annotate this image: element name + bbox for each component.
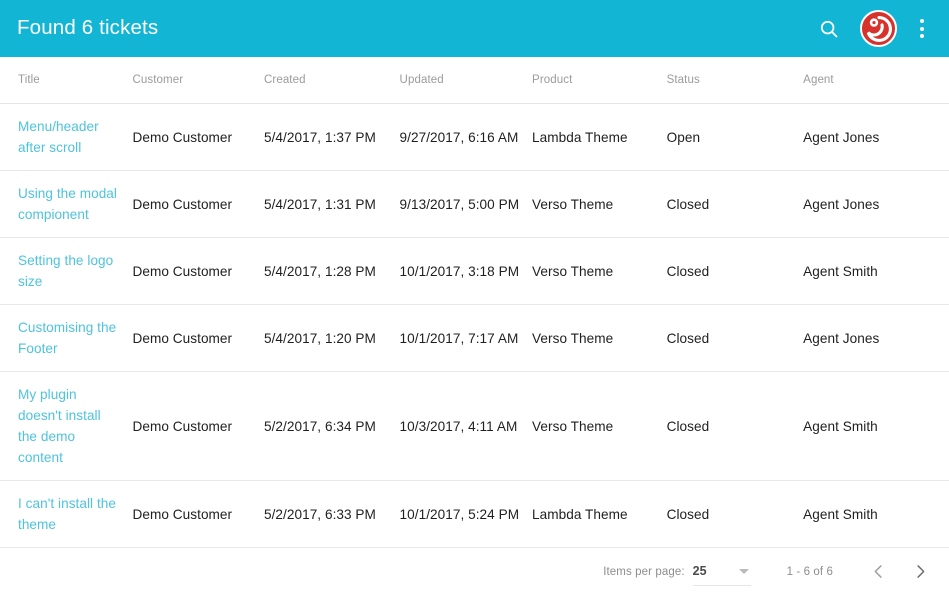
table-header: Title Customer Created Updated Product S…	[0, 57, 949, 104]
app-toolbar: Found 6 tickets	[0, 0, 949, 57]
cell-agent: Agent Jones	[803, 103, 949, 171]
table-row[interactable]: Using the modal compionent Demo Customer…	[0, 170, 949, 238]
cell-customer: Demo Customer	[132, 237, 264, 305]
cell-title: Customising the Footer	[0, 304, 133, 372]
kebab-menu-icon	[920, 19, 924, 23]
cell-customer: Demo Customer	[132, 304, 264, 372]
ticket-title-link[interactable]: I can't install the theme	[18, 496, 116, 532]
cell-created: 5/4/2017, 1:28 PM	[263, 237, 400, 305]
toolbar-actions	[812, 10, 933, 47]
cell-title: I can't install the theme	[0, 480, 133, 548]
column-header-updated[interactable]: Updated	[399, 57, 533, 104]
cell-updated: 10/1/2017, 7:17 AM	[399, 304, 533, 372]
ticket-title-link[interactable]: Menu/header after scroll	[18, 119, 99, 155]
chevron-right-icon	[911, 562, 930, 581]
table-body: Menu/header after scroll Demo Customer 5…	[0, 103, 949, 548]
page-title: Found 6 tickets	[17, 16, 159, 40]
search-button[interactable]	[812, 12, 846, 46]
cell-status: Open	[666, 103, 804, 171]
cell-status: Closed	[666, 371, 804, 481]
cell-updated: 10/1/2017, 3:18 PM	[399, 237, 533, 305]
table-header-row: Title Customer Created Updated Product S…	[0, 57, 949, 104]
next-page-button[interactable]	[903, 555, 937, 589]
cell-customer: Demo Customer	[132, 103, 264, 171]
cell-created: 5/2/2017, 6:33 PM	[263, 480, 400, 548]
column-header-agent[interactable]: Agent	[803, 57, 949, 104]
tickets-table-container: Title Customer Created Updated Product S…	[0, 57, 949, 548]
cell-product: Verso Theme	[532, 170, 667, 238]
ticket-title-link[interactable]: Setting the logo size	[18, 253, 113, 289]
column-header-product[interactable]: Product	[532, 57, 667, 104]
cell-agent: Agent Smith	[803, 371, 949, 481]
cell-product: Lambda Theme	[532, 480, 667, 548]
cell-product: Verso Theme	[532, 304, 667, 372]
pagination-range-label: 1 - 6 of 6	[786, 565, 833, 578]
column-header-status[interactable]: Status	[666, 57, 804, 104]
ticket-title-link[interactable]: Using the modal compionent	[18, 186, 117, 222]
cell-agent: Agent Smith	[803, 237, 949, 305]
avatar[interactable]	[860, 10, 897, 47]
table-row[interactable]: My plugin doesn't install the demo conte…	[0, 371, 949, 481]
column-header-customer[interactable]: Customer	[132, 57, 264, 104]
chevron-down-icon	[738, 568, 749, 574]
cell-updated: 10/3/2017, 4:11 AM	[399, 371, 533, 481]
paginator: Items per page: 25 1 - 6 of 6	[0, 548, 949, 595]
cell-product: Verso Theme	[532, 371, 667, 481]
cell-updated: 9/13/2017, 5:00 PM	[399, 170, 533, 238]
cell-created: 5/4/2017, 1:20 PM	[263, 304, 400, 372]
pagination-nav	[861, 555, 937, 589]
cell-status: Closed	[666, 480, 804, 548]
ticket-title-link[interactable]: My plugin doesn't install the demo conte…	[18, 387, 101, 465]
cell-title: Using the modal compionent	[0, 170, 133, 238]
user-avatar-logo-icon	[864, 14, 894, 44]
cell-title: Setting the logo size	[0, 237, 133, 305]
cell-created: 5/4/2017, 1:31 PM	[263, 170, 400, 238]
ticket-title-link[interactable]: Customising the Footer	[18, 320, 116, 356]
cell-agent: Agent Smith	[803, 480, 949, 548]
column-header-created[interactable]: Created	[263, 57, 400, 104]
cell-status: Closed	[666, 170, 804, 238]
cell-agent: Agent Jones	[803, 170, 949, 238]
kebab-menu-icon	[920, 26, 924, 31]
cell-title: My plugin doesn't install the demo conte…	[0, 371, 133, 481]
cell-status: Closed	[666, 304, 804, 372]
cell-status: Closed	[666, 237, 804, 305]
previous-page-button[interactable]	[861, 555, 895, 589]
chevron-left-icon	[869, 562, 888, 581]
cell-created: 5/2/2017, 6:34 PM	[263, 371, 400, 481]
cell-product: Lambda Theme	[532, 103, 667, 171]
tickets-table: Title Customer Created Updated Product S…	[0, 57, 949, 548]
overflow-menu-button[interactable]	[911, 12, 933, 46]
cell-title: Menu/header after scroll	[0, 103, 133, 171]
cell-customer: Demo Customer	[132, 170, 264, 238]
table-row[interactable]: I can't install the theme Demo Customer …	[0, 480, 949, 548]
items-per-page-label: Items per page:	[603, 565, 685, 578]
search-icon	[818, 18, 840, 40]
items-per-page-value: 25	[692, 564, 707, 578]
cell-customer: Demo Customer	[132, 480, 264, 548]
table-row[interactable]: Customising the Footer Demo Customer 5/4…	[0, 304, 949, 372]
cell-created: 5/4/2017, 1:37 PM	[263, 103, 400, 171]
table-row[interactable]: Menu/header after scroll Demo Customer 5…	[0, 103, 949, 171]
cell-customer: Demo Customer	[132, 371, 264, 481]
cell-updated: 9/27/2017, 6:16 AM	[399, 103, 533, 171]
table-row[interactable]: Setting the logo size Demo Customer 5/4/…	[0, 237, 949, 305]
cell-agent: Agent Jones	[803, 304, 949, 372]
kebab-menu-icon	[920, 34, 924, 38]
column-header-title[interactable]: Title	[0, 57, 133, 104]
cell-updated: 10/1/2017, 5:24 PM	[399, 480, 533, 548]
cell-product: Verso Theme	[532, 237, 667, 305]
items-per-page-select[interactable]: 25	[692, 557, 751, 586]
